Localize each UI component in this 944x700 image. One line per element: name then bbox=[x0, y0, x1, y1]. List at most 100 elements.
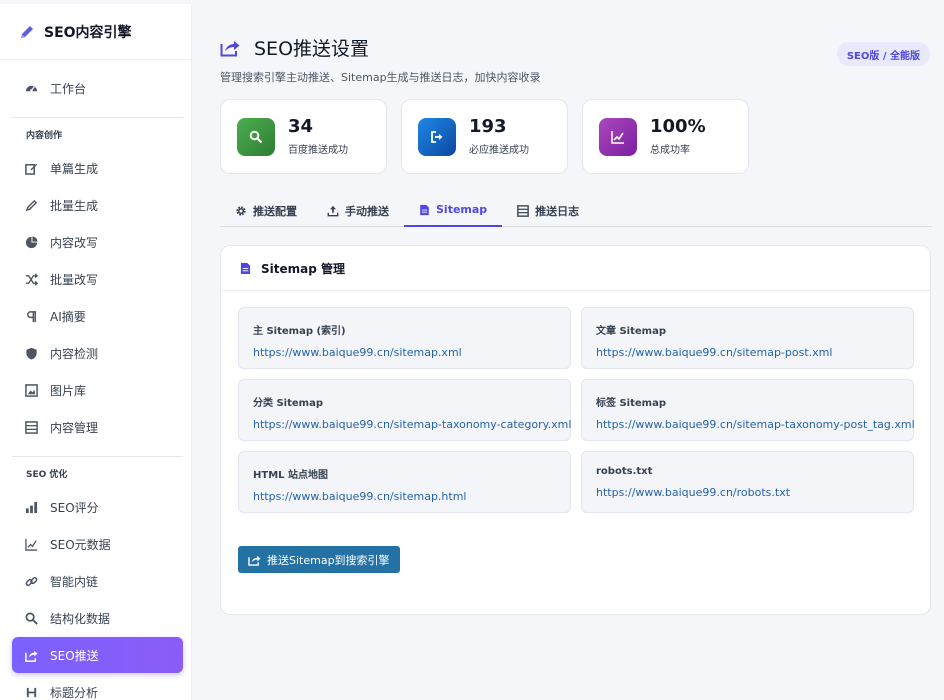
sidebar-item-seo-score[interactable]: SEO评分 bbox=[0, 489, 191, 526]
sitemap-card: HTML 站点地图 https://www.baique99.cn/sitema… bbox=[238, 451, 571, 513]
export-icon bbox=[418, 117, 456, 156]
stat-label: 必应推送成功 bbox=[469, 144, 529, 156]
sidebar-item-label: AI摘要 bbox=[50, 310, 86, 324]
sidebar-item-label: 内容管理 bbox=[50, 421, 99, 435]
sidebar-item-content-check[interactable]: 内容检测 bbox=[0, 335, 191, 372]
stat-value: 34 bbox=[288, 116, 314, 138]
share-icon bbox=[248, 554, 261, 566]
shield-icon bbox=[24, 347, 38, 361]
tab-push-log[interactable]: 推送日志 bbox=[502, 194, 594, 227]
sitemap-card: 分类 Sitemap https://www.baique99.cn/sitem… bbox=[238, 379, 571, 441]
page-title: SEO推送设置 bbox=[220, 34, 541, 61]
share-icon bbox=[220, 37, 242, 59]
sitemap-url-link[interactable]: https://www.baique99.cn/sitemap-post.xml bbox=[596, 346, 899, 359]
sitemap-name: robots.txt bbox=[596, 466, 653, 477]
sitemap-card: 标签 Sitemap https://www.baique99.cn/sitem… bbox=[581, 379, 915, 441]
push-sitemap-button[interactable]: 推送Sitemap到搜索引擎 bbox=[238, 546, 400, 573]
sidebar-item-label: 工作台 bbox=[50, 82, 87, 96]
tab-label: 手动推送 bbox=[345, 204, 389, 218]
sitemap-card: 文章 Sitemap https://www.baique99.cn/sitem… bbox=[581, 307, 914, 369]
pie-icon bbox=[24, 236, 38, 250]
sidebar-item-ai-summary[interactable]: AI摘要 bbox=[0, 298, 191, 335]
sidebar-item-single-generate[interactable]: 单篇生成 bbox=[0, 150, 191, 187]
sidebar-item-label: 内容改写 bbox=[50, 236, 99, 250]
sitemap-card: robots.txt https://www.baique99.cn/robot… bbox=[581, 451, 914, 513]
sidebar-item-content-manage[interactable]: 内容管理 bbox=[0, 409, 191, 446]
shuffle-icon bbox=[24, 273, 38, 287]
panel-title: Sitemap 管理 bbox=[261, 261, 346, 276]
sidebar: SEO内容引擎 工作台 内容创作 单篇生成 批量生成 内容改写 批量改写 AI摘… bbox=[0, 4, 192, 700]
stat-card-baidu: 34 百度推送成功 bbox=[220, 99, 387, 174]
edit-square-icon bbox=[24, 162, 38, 176]
document-icon bbox=[419, 204, 430, 216]
sidebar-item-batch-rewrite[interactable]: 批量改写 bbox=[0, 261, 191, 298]
sitemap-url-link[interactable]: https://www.baique99.cn/sitemap-taxonomy… bbox=[253, 418, 571, 431]
section-title-content: 内容创作 bbox=[26, 130, 63, 141]
sidebar-item-label: 内容检测 bbox=[50, 347, 99, 361]
paragraph-icon bbox=[24, 310, 38, 324]
pencil-icon bbox=[24, 199, 38, 213]
brand-title: SEO内容引擎 bbox=[44, 24, 132, 41]
sitemap-name: HTML 站点地图 bbox=[253, 470, 328, 481]
sidebar-item-label: 结构化数据 bbox=[50, 612, 111, 626]
search-icon bbox=[237, 117, 275, 156]
sitemap-name: 主 Sitemap (索引) bbox=[253, 326, 346, 337]
sitemap-name: 分类 Sitemap bbox=[253, 398, 323, 409]
image-icon bbox=[24, 384, 38, 398]
sitemap-url-link[interactable]: https://www.baique99.cn/sitemap.xml bbox=[253, 346, 556, 359]
stat-value: 193 bbox=[469, 116, 507, 138]
sidebar-item-image-library[interactable]: 图片库 bbox=[0, 372, 191, 409]
sitemap-name: 文章 Sitemap bbox=[596, 326, 666, 337]
stat-card-bing: 193 必应推送成功 bbox=[401, 99, 568, 174]
tab-label: 推送日志 bbox=[535, 204, 580, 218]
pencil-logo-icon bbox=[18, 23, 36, 41]
page-subtitle: 管理搜索引擎主动推送、Sitemap生成与推送日志，加快内容收录 bbox=[220, 71, 541, 84]
sidebar-item-label: 单篇生成 bbox=[50, 162, 99, 176]
sidebar-item-label: 智能内链 bbox=[50, 575, 99, 589]
sidebar-item-batch-generate[interactable]: 批量生成 bbox=[0, 187, 191, 224]
upload-icon bbox=[327, 205, 339, 217]
panel-header: Sitemap 管理 bbox=[221, 246, 930, 291]
tab-manual-push[interactable]: 手动推送 bbox=[312, 194, 404, 227]
sidebar-item-seo-meta[interactable]: SEO元数据 bbox=[0, 526, 191, 563]
sidebar-item-label: SEO元数据 bbox=[50, 538, 111, 552]
stat-card-success-rate: 100% 总成功率 bbox=[582, 99, 749, 174]
stat-label: 百度推送成功 bbox=[288, 144, 348, 156]
sidebar-item-label: 批量生成 bbox=[50, 199, 99, 213]
log-list-icon bbox=[517, 204, 530, 217]
page-title-text: SEO推送设置 bbox=[254, 38, 370, 60]
stat-value: 100% bbox=[650, 116, 706, 138]
link-icon bbox=[24, 575, 38, 589]
document-icon bbox=[240, 262, 251, 275]
stats-row: 34 百度推送成功 193 必应推送成功 100% 总成功率 bbox=[220, 99, 749, 174]
sidebar-item-seo-push[interactable]: SEO推送 bbox=[12, 637, 183, 673]
brand: SEO内容引擎 bbox=[0, 4, 191, 60]
tab-sitemap[interactable]: Sitemap bbox=[404, 194, 503, 227]
sitemap-url-link[interactable]: https://www.baique99.cn/sitemap.html bbox=[253, 490, 556, 503]
sidebar-item-dashboard[interactable]: 工作台 bbox=[0, 70, 191, 107]
tab-label: 推送配置 bbox=[253, 204, 297, 218]
sidebar-item-label: 批量改写 bbox=[50, 273, 99, 287]
page-header: SEO推送设置 管理搜索引擎主动推送、Sitemap生成与推送日志，加快内容收录 bbox=[220, 34, 541, 85]
sidebar-item-rewrite[interactable]: 内容改写 bbox=[0, 224, 191, 261]
sitemap-url-link[interactable]: https://www.baique99.cn/robots.txt bbox=[596, 486, 899, 499]
search-icon bbox=[24, 612, 38, 626]
tab-label: Sitemap bbox=[436, 203, 488, 216]
dashboard-icon bbox=[24, 82, 38, 96]
sitemap-url-link[interactable]: https://www.baique99.cn/sitemap-taxonomy… bbox=[596, 418, 915, 431]
sidebar-item-label: SEO评分 bbox=[50, 501, 99, 515]
gear-icon bbox=[235, 205, 247, 217]
sidebar-item-label: SEO推送 bbox=[50, 648, 99, 663]
sidebar-item-internal-link[interactable]: 智能内链 bbox=[0, 563, 191, 600]
sitemap-grid: 主 Sitemap (索引) https://www.baique99.cn/s… bbox=[238, 307, 915, 513]
sidebar-item-label: 图片库 bbox=[50, 384, 87, 398]
tab-push-config[interactable]: 推送配置 bbox=[220, 194, 312, 227]
tab-bar: 推送配置 手动推送 Sitemap 推送日志 bbox=[220, 194, 932, 227]
sitemap-panel: Sitemap 管理 主 Sitemap (索引) https://www.ba… bbox=[220, 245, 931, 615]
version-badge: SEO版 / 全能版 bbox=[836, 42, 930, 66]
sidebar-item-title-analysis[interactable]: 标题分析 bbox=[0, 674, 191, 700]
line-chart-icon bbox=[599, 117, 637, 156]
sidebar-item-structured-data[interactable]: 结构化数据 bbox=[0, 600, 191, 637]
share-icon bbox=[24, 648, 38, 662]
list-icon bbox=[24, 421, 38, 435]
